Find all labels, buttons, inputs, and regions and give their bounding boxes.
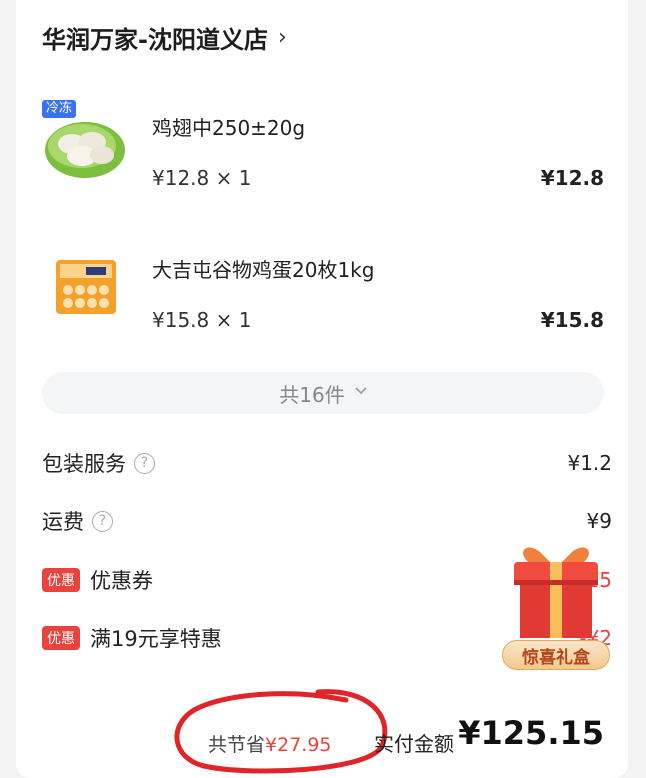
gift-box-label: 惊喜礼盒 — [502, 640, 610, 670]
total-saved: 共节省¥27.95 — [208, 730, 332, 757]
product-row[interactable]: 大吉屯谷物鸡蛋20枚1kg ¥15.8 × 1 ¥15.8 — [16, 242, 628, 352]
chevron-down-icon — [355, 387, 367, 395]
payment-summary: 共节省¥27.95 实付金额 ¥125.15 — [16, 689, 628, 774]
saved-amount: ¥27.95 — [265, 734, 332, 756]
discount-badge: 优惠 — [42, 568, 80, 592]
product-total: ¥12.8 — [540, 166, 604, 190]
fee-amount: ¥1.2 — [567, 451, 612, 475]
fee-label: 包装服务 — [42, 452, 126, 476]
help-icon[interactable]: ? — [134, 452, 155, 474]
fee-label: 运费 — [42, 510, 84, 534]
help-icon[interactable]: ? — [92, 510, 113, 532]
product-name: 大吉屯谷物鸡蛋20枚1kg — [152, 258, 375, 282]
product-image-chicken-wings: 冷冻 — [42, 100, 128, 186]
product-unit-price: ¥12.8 × 1 — [152, 166, 252, 190]
frozen-tag: 冷冻 — [42, 100, 77, 118]
product-row[interactable]: 冷冻 鸡翅中250±20g ¥12.8 × 1 ¥12.8 — [16, 100, 628, 210]
gift-box-button[interactable]: 惊喜礼盒 — [500, 538, 612, 670]
expand-items-button[interactable]: 共16件 — [42, 372, 604, 414]
pay-amount: ¥125.15 — [458, 714, 604, 752]
store-name: 华润万家-沈阳道义店 — [42, 26, 268, 54]
fee-row-shipping: 运费 ? ¥9 — [42, 504, 612, 538]
order-card: 华润万家-沈阳道义店 › 冷冻 鸡翅中250±20g ¥12.8 × 1 ¥12… — [16, 0, 628, 778]
pay-label: 实付金额 — [374, 732, 454, 756]
product-total: ¥15.8 — [540, 308, 604, 332]
product-name: 鸡翅中250±20g — [152, 116, 306, 140]
item-count: 共16件 — [279, 382, 345, 407]
store-link[interactable]: 华润万家-沈阳道义店 › — [42, 20, 287, 55]
discount-label: 优惠券 — [90, 569, 153, 593]
fee-row-packaging: 包装服务 ? ¥1.2 — [42, 446, 612, 480]
fee-amount: ¥9 — [586, 509, 612, 533]
product-image-eggs — [42, 242, 128, 328]
discount-label: 满19元享特惠 — [90, 627, 222, 651]
discount-badge: 优惠 — [42, 626, 80, 650]
gift-box-icon — [514, 547, 598, 638]
product-unit-price: ¥15.8 × 1 — [152, 308, 252, 332]
chevron-right-icon: › — [277, 25, 287, 50]
saved-label: 共节省 — [208, 734, 266, 756]
